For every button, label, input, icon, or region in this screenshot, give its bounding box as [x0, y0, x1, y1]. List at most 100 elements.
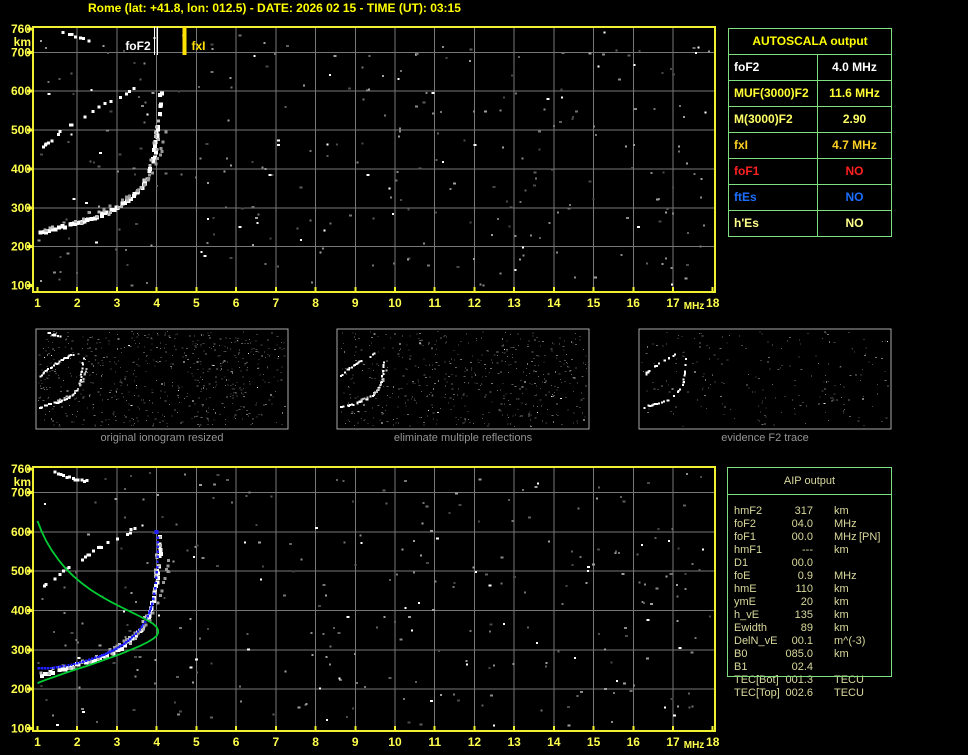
x-tick-label: 14 [547, 735, 561, 749]
y-tick-label: 760 [11, 22, 31, 36]
x-tick-label: 6 [233, 296, 240, 310]
aip-row-unit: m^(-3) [834, 635, 866, 647]
autoscala-table-header: AUTOSCALA output [729, 29, 891, 55]
y-tick-label: 600 [11, 84, 31, 98]
autoscala-row-label: fxI [729, 133, 818, 158]
aip-row-label: B1 [734, 661, 748, 673]
autoscala-row: MUF(3000)F2 11.6 MHz [729, 81, 891, 107]
x-tick-label: 1 [34, 296, 41, 310]
x-axis-unit: MHz [684, 740, 705, 751]
x-tick-label: 9 [352, 735, 359, 749]
autoscala-row: ftEs NO [729, 185, 891, 211]
foF2-marker-label: foF2 [125, 39, 151, 53]
autoscala-row-value: NO [845, 216, 864, 230]
aip-header-divider [728, 494, 891, 495]
aip-row-unit: km [834, 648, 849, 660]
x-tick-label: 12 [468, 296, 482, 310]
aip-row: foF1 00.0 MHz [PN] [728, 531, 891, 544]
aip-row-unit: km [834, 596, 849, 608]
x-tick-label: 13 [507, 735, 521, 749]
autoscala-row-label: foF2 [729, 55, 818, 80]
aip-row-label: foF2 [734, 518, 757, 530]
aip-row: hmF2 317 km [728, 505, 891, 518]
x-tick-label: 10 [388, 296, 402, 310]
aip-row-label: hmF1 [734, 544, 763, 556]
x-tick-label: 17 [666, 296, 680, 310]
aip-row-label: TEC[Top] [734, 687, 780, 699]
autoscala-row: h'Es NO [729, 211, 891, 236]
aip-row: Ewidth 89 km [728, 622, 891, 635]
x-tick-label: 5 [193, 296, 200, 310]
aip-row-note: [PN] [859, 531, 881, 543]
aip-row-unit: TECU [834, 674, 864, 686]
aip-row-unit: km [834, 622, 849, 634]
x-tick-label: 14 [547, 296, 561, 310]
x-tick-label: 2 [74, 296, 81, 310]
aip-row-value: 085.0 [785, 648, 813, 660]
x-tick-label: 16 [627, 735, 641, 749]
y-tick-label: 600 [11, 525, 31, 539]
aip-row: h_vE 135 km [728, 609, 891, 622]
x-tick-label: 16 [627, 296, 641, 310]
x-tick-label: 4 [153, 296, 160, 310]
x-tick-label: 6 [233, 735, 240, 749]
aip-row-value: --- [802, 544, 813, 556]
autoscala-row-label: MUF(3000)F2 [729, 81, 818, 106]
aip-row-unit: km [834, 505, 849, 517]
aip-row-label: B0 [734, 648, 748, 660]
aip-row-label: DelN_vE [734, 635, 778, 647]
autoscala-row-value: NO [845, 190, 864, 204]
autoscala-row-value: 2.90 [842, 112, 867, 126]
aip-row-label: foE [734, 570, 751, 582]
y-tick-label: 400 [11, 162, 31, 176]
aip-row-value: 02.4 [791, 661, 813, 673]
aip-row: hmF1 --- km [728, 544, 891, 557]
aip-row-value: 00.1 [791, 635, 813, 647]
panel-border [336, 328, 590, 430]
x-tick-label: 11 [428, 735, 441, 749]
y-axis-unit: km [14, 35, 31, 49]
aip-row-label: ymE [734, 596, 756, 608]
aip-row-unit: MHz [834, 570, 857, 582]
aip-row-label: h_vE [734, 609, 760, 621]
aip-row-unit: MHz [834, 531, 857, 543]
y-tick-label: 300 [11, 201, 31, 215]
x-tick-label: 5 [193, 735, 200, 749]
y-tick-label: 100 [11, 722, 31, 736]
panel-caption-evidence: evidence F2 trace [721, 432, 809, 444]
aip-row: foF2 04.0 MHz [728, 518, 891, 531]
aip-row-label: Ewidth [734, 622, 768, 634]
y-tick-label: 500 [11, 564, 31, 578]
aip-row-label: hmE [734, 583, 757, 595]
autoscala-row-value: 4.7 MHz [832, 138, 877, 152]
autoscala-output-table: AUTOSCALA output foF2 4.0 MHz MUF(3000)F2 1… [728, 28, 892, 237]
y-tick-label: 300 [11, 643, 31, 657]
panel-caption-eliminate: eliminate multiple reflections [393, 432, 533, 444]
aip-row-value: 20 [800, 596, 813, 608]
x-tick-label: 7 [272, 735, 279, 749]
aip-row-value: 00.0 [791, 557, 813, 569]
x-tick-label: 3 [114, 735, 121, 749]
aip-row: DelN_vE 00.1 m^(-3) [728, 635, 891, 648]
autoscala-row: foF2 4.0 MHz [729, 55, 891, 81]
aip-row: foE 0.9 MHz [728, 570, 891, 583]
x-tick-label: 11 [428, 296, 441, 310]
aip-row-value: 002.6 [785, 687, 813, 699]
aip-row: TEC[Bot] 001.3 TECU [728, 674, 891, 687]
x-tick-label: 7 [272, 296, 279, 310]
x-tick-label: 15 [587, 296, 601, 310]
station-title: Rome (lat: +41.8, lon: 012.5) - DATE: 20… [88, 1, 461, 15]
x-axis-unit: MHz [684, 301, 705, 312]
aip-row: ymE 20 km [728, 596, 891, 609]
autoscala-row-label: ftEs [729, 185, 818, 210]
autoscala-row-label: M(3000)F2 [729, 107, 818, 132]
x-tick-label: 2 [74, 735, 81, 749]
aip-row-value: 317 [794, 505, 813, 517]
aip-row-value: 001.3 [785, 674, 813, 686]
chart-frame [32, 466, 716, 732]
fit-end-dot [154, 529, 159, 534]
y-tick-label: 100 [11, 279, 31, 293]
x-tick-label: 12 [468, 735, 482, 749]
aip-row-unit [834, 661, 859, 674]
aip-row-value: 04.0 [791, 518, 813, 530]
